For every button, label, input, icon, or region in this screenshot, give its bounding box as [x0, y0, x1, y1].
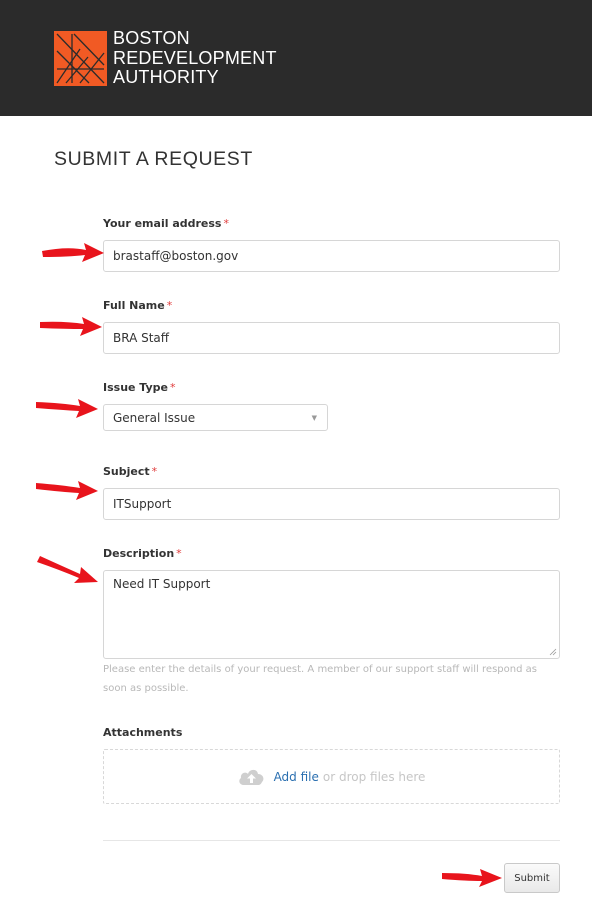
- bra-logo-icon: [54, 31, 107, 86]
- subject-label: Subject *: [103, 465, 158, 478]
- attachments-dropzone[interactable]: Add file or drop files here: [103, 749, 560, 804]
- annotation-arrow-icon: [36, 481, 98, 500]
- cloud-upload-icon: [238, 769, 263, 785]
- full-name-value: BRA Staff: [113, 331, 170, 345]
- full-name-field[interactable]: BRA Staff: [103, 322, 560, 354]
- page-title: SUBMIT A REQUEST: [54, 148, 253, 170]
- drop-files-text: or drop files here: [322, 769, 426, 784]
- issue-type-select[interactable]: General Issue ▼: [103, 404, 328, 431]
- annotation-arrow-icon: [442, 869, 502, 887]
- logo-line-3: AUTHORITY: [113, 67, 219, 87]
- annotation-arrow-icon: [37, 556, 98, 583]
- email-field[interactable]: brastaff@boston.gov: [103, 240, 560, 272]
- required-mark: *: [223, 217, 229, 230]
- email-label: Your email address *: [103, 217, 229, 230]
- resize-handle-icon[interactable]: [549, 648, 557, 656]
- submit-button[interactable]: Submit: [504, 863, 560, 893]
- description-hint: Please enter the details of your request…: [103, 664, 537, 694]
- logo-line-1: BOSTON: [113, 28, 190, 48]
- site-header: BOSTON REDEVELOPMENT AUTHORITY: [0, 0, 592, 116]
- issue-type-label: Issue Type *: [103, 381, 176, 394]
- attachments-label: Attachments: [103, 726, 183, 739]
- annotation-arrow-icon: [42, 243, 104, 262]
- logo-line-2: REDEVELOPMENT: [113, 47, 277, 68]
- full-name-label: Full Name *: [103, 299, 173, 312]
- annotation-arrow-icon: [40, 317, 102, 336]
- email-value: brastaff@boston.gov: [113, 249, 239, 263]
- required-mark: *: [176, 547, 182, 560]
- chevron-down-icon: ▼: [311, 413, 317, 422]
- issue-type-value: General Issue: [113, 410, 196, 425]
- annotation-arrow-icon: [36, 399, 98, 418]
- description-value: Need IT Support: [113, 577, 211, 591]
- bra-logo-text: BOSTON REDEVELOPMENT AUTHORITY: [113, 28, 277, 88]
- description-label: Description *: [103, 547, 182, 560]
- subject-value: ITSupport: [113, 497, 172, 511]
- required-mark: *: [170, 381, 176, 394]
- form-divider: [103, 840, 560, 841]
- add-file-link[interactable]: Add file: [274, 770, 319, 784]
- required-mark: *: [151, 465, 158, 478]
- description-textarea[interactable]: Need IT Support: [103, 570, 560, 659]
- subject-field[interactable]: ITSupport: [103, 488, 560, 520]
- required-mark: *: [166, 299, 173, 312]
